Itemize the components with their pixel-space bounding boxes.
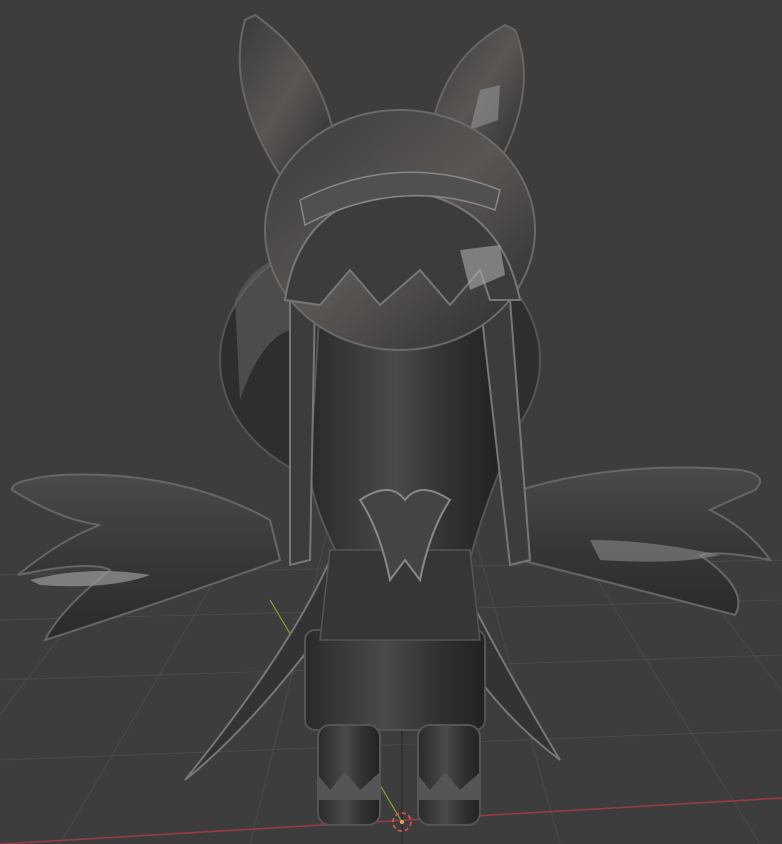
right-wing-shape xyxy=(519,466,773,617)
x-axis-line xyxy=(0,797,782,844)
3d-viewport[interactable] xyxy=(0,0,782,844)
viewport-canvas[interactable] xyxy=(0,0,782,844)
right-leg-shape xyxy=(417,724,481,826)
skirt-shape xyxy=(304,629,486,731)
hair-strand-left xyxy=(289,299,317,567)
left-leg-shape xyxy=(317,724,381,826)
left-wing-shape xyxy=(11,473,282,642)
